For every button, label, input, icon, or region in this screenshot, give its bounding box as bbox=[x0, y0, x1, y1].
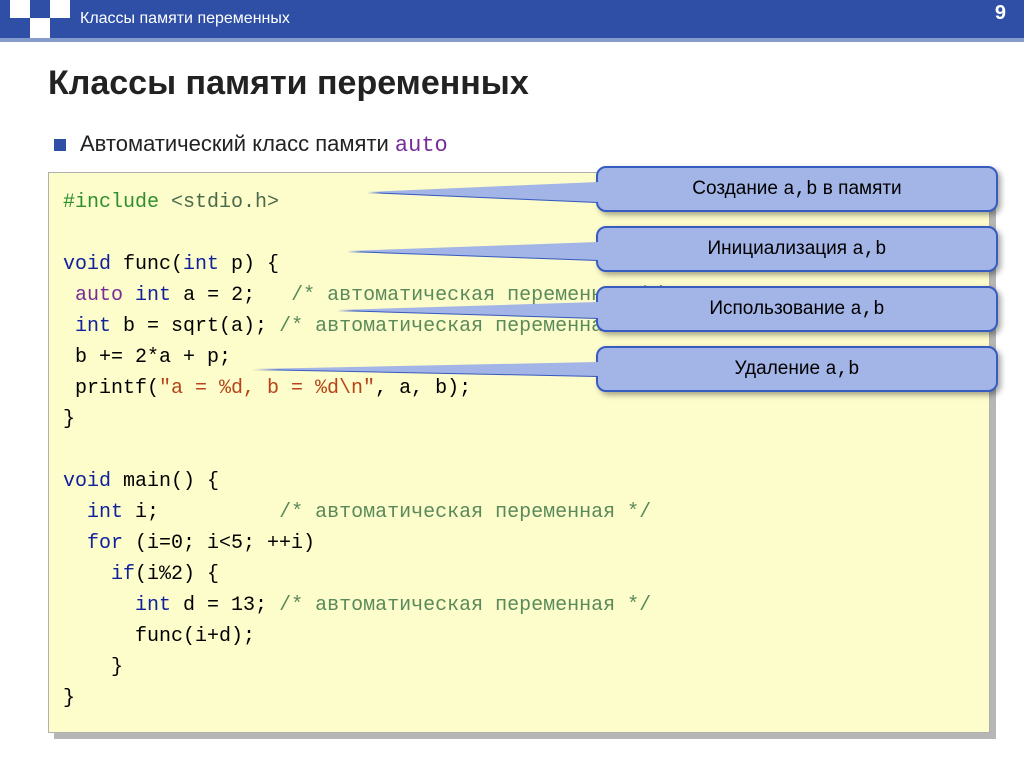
callout-use: Использование a,b bbox=[596, 286, 998, 332]
callouts: Создание a,b в памяти Инициализация a,b … bbox=[596, 166, 998, 392]
topbar: Классы памяти переменных 9 bbox=[0, 0, 1024, 38]
bullet-line: Автоматический класс памяти auto bbox=[54, 131, 990, 158]
bullet-keyword: auto bbox=[395, 133, 448, 158]
callout-delete: Удаление a,b bbox=[596, 346, 998, 392]
code-block: #include <stdio.h> void func(int p) { au… bbox=[48, 172, 990, 733]
callout-create: Создание a,b в памяти bbox=[596, 166, 998, 212]
page-number: 9 bbox=[995, 0, 1024, 38]
slide-title: Классы памяти переменных bbox=[48, 64, 990, 103]
bullet-square-icon bbox=[54, 139, 66, 151]
logo-squares bbox=[0, 0, 70, 38]
bullet-text: Автоматический класс памяти bbox=[80, 131, 395, 156]
breadcrumb: Классы памяти переменных bbox=[70, 0, 995, 38]
callout-init: Инициализация a,b bbox=[596, 226, 998, 272]
